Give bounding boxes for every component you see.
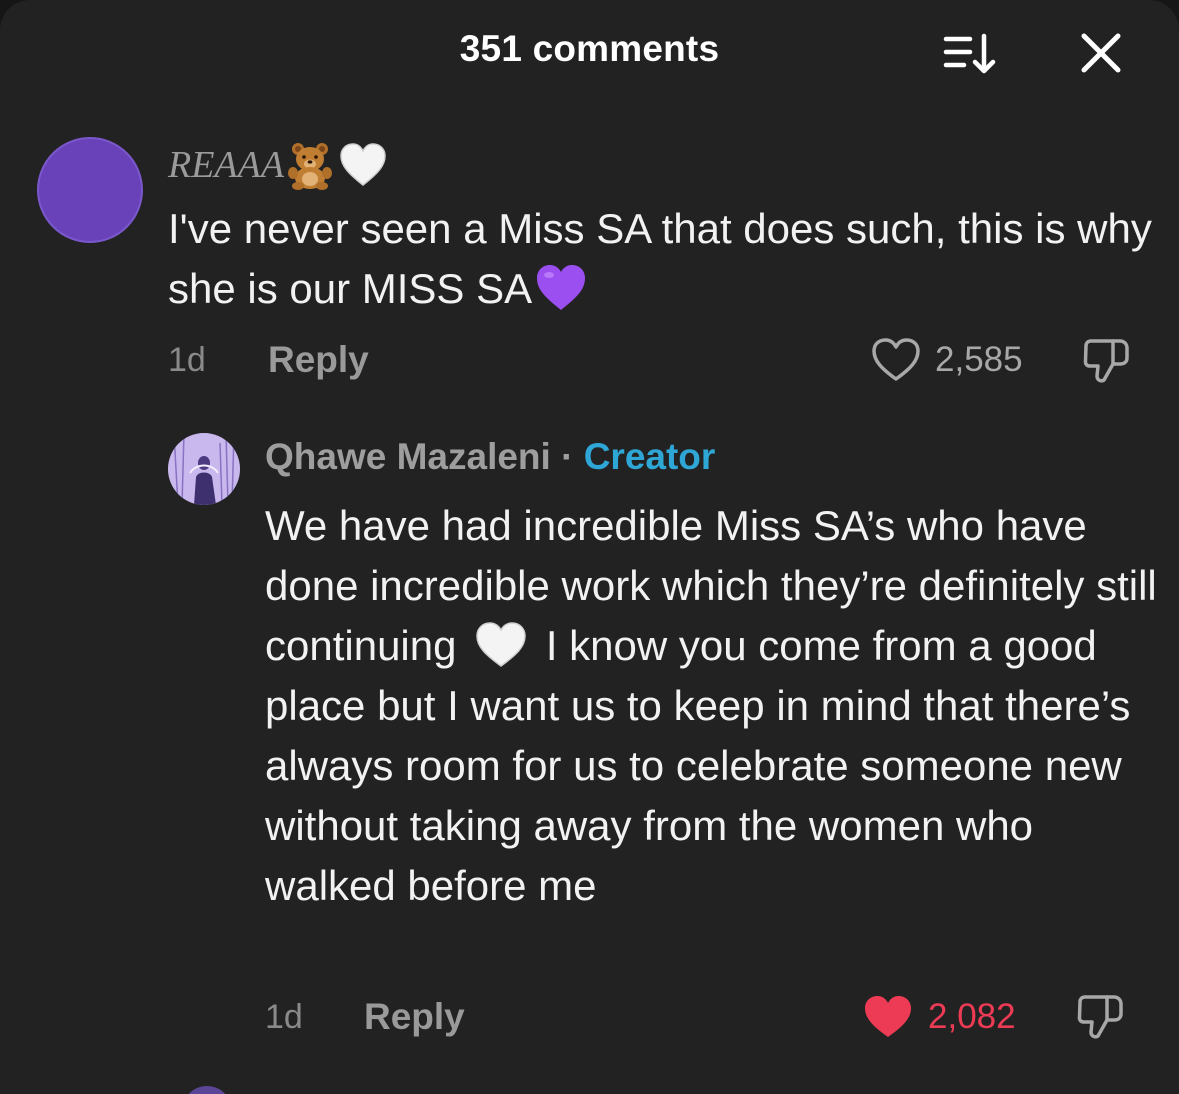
comments-count-title: 351 comments [459, 28, 720, 69]
close-icon [1081, 33, 1121, 73]
reply-dislike-button[interactable] [1074, 992, 1126, 1044]
comments-sheet: 351 comments REAAA I've never seen a Mis… [0, 0, 1179, 1094]
author-separator: · [561, 436, 574, 477]
comment-text-content: I've never seen a Miss SA that does such… [168, 205, 1152, 312]
commenter-avatar[interactable] [37, 137, 143, 243]
comment-text: I've never seen a Miss SA that does such… [168, 199, 1158, 319]
close-button[interactable] [1074, 26, 1128, 80]
reply-to-reply-button[interactable]: Reply [364, 996, 465, 1038]
teddy-bear-icon [288, 143, 333, 190]
reply-like-button[interactable] [862, 993, 914, 1041]
sort-button[interactable] [938, 26, 1000, 80]
comment-timestamp: 1d [168, 341, 206, 379]
comment-username-text: REAAA [168, 144, 285, 186]
thumbs-down-icon [1077, 995, 1123, 1039]
reply-username[interactable]: Qhawe Mazaleni [265, 436, 551, 477]
next-commenter-avatar[interactable] [182, 1086, 232, 1094]
like-button[interactable] [870, 336, 922, 384]
dislike-button[interactable] [1080, 336, 1132, 388]
heart-icon [872, 338, 920, 381]
white-heart-icon [476, 622, 526, 667]
like-count: 2,585 [935, 340, 1023, 379]
purple-heart-icon [537, 264, 586, 310]
sort-icon [943, 33, 996, 74]
reply-text: We have had incredible Miss SA’s who hav… [265, 496, 1165, 916]
reply-like-count: 2,082 [928, 997, 1016, 1036]
reply-button[interactable]: Reply [268, 339, 369, 381]
thumbs-down-icon [1083, 339, 1129, 383]
creator-avatar[interactable] [168, 433, 240, 505]
comment-username[interactable]: REAAA [168, 140, 388, 190]
reply-timestamp: 1d [265, 998, 303, 1036]
heart-icon [865, 996, 911, 1037]
reply-author-line: Qhawe Mazaleni · Creator [265, 436, 715, 478]
white-heart-icon [340, 143, 386, 186]
creator-badge: Creator [583, 436, 716, 477]
creator-avatar-image [168, 433, 240, 505]
